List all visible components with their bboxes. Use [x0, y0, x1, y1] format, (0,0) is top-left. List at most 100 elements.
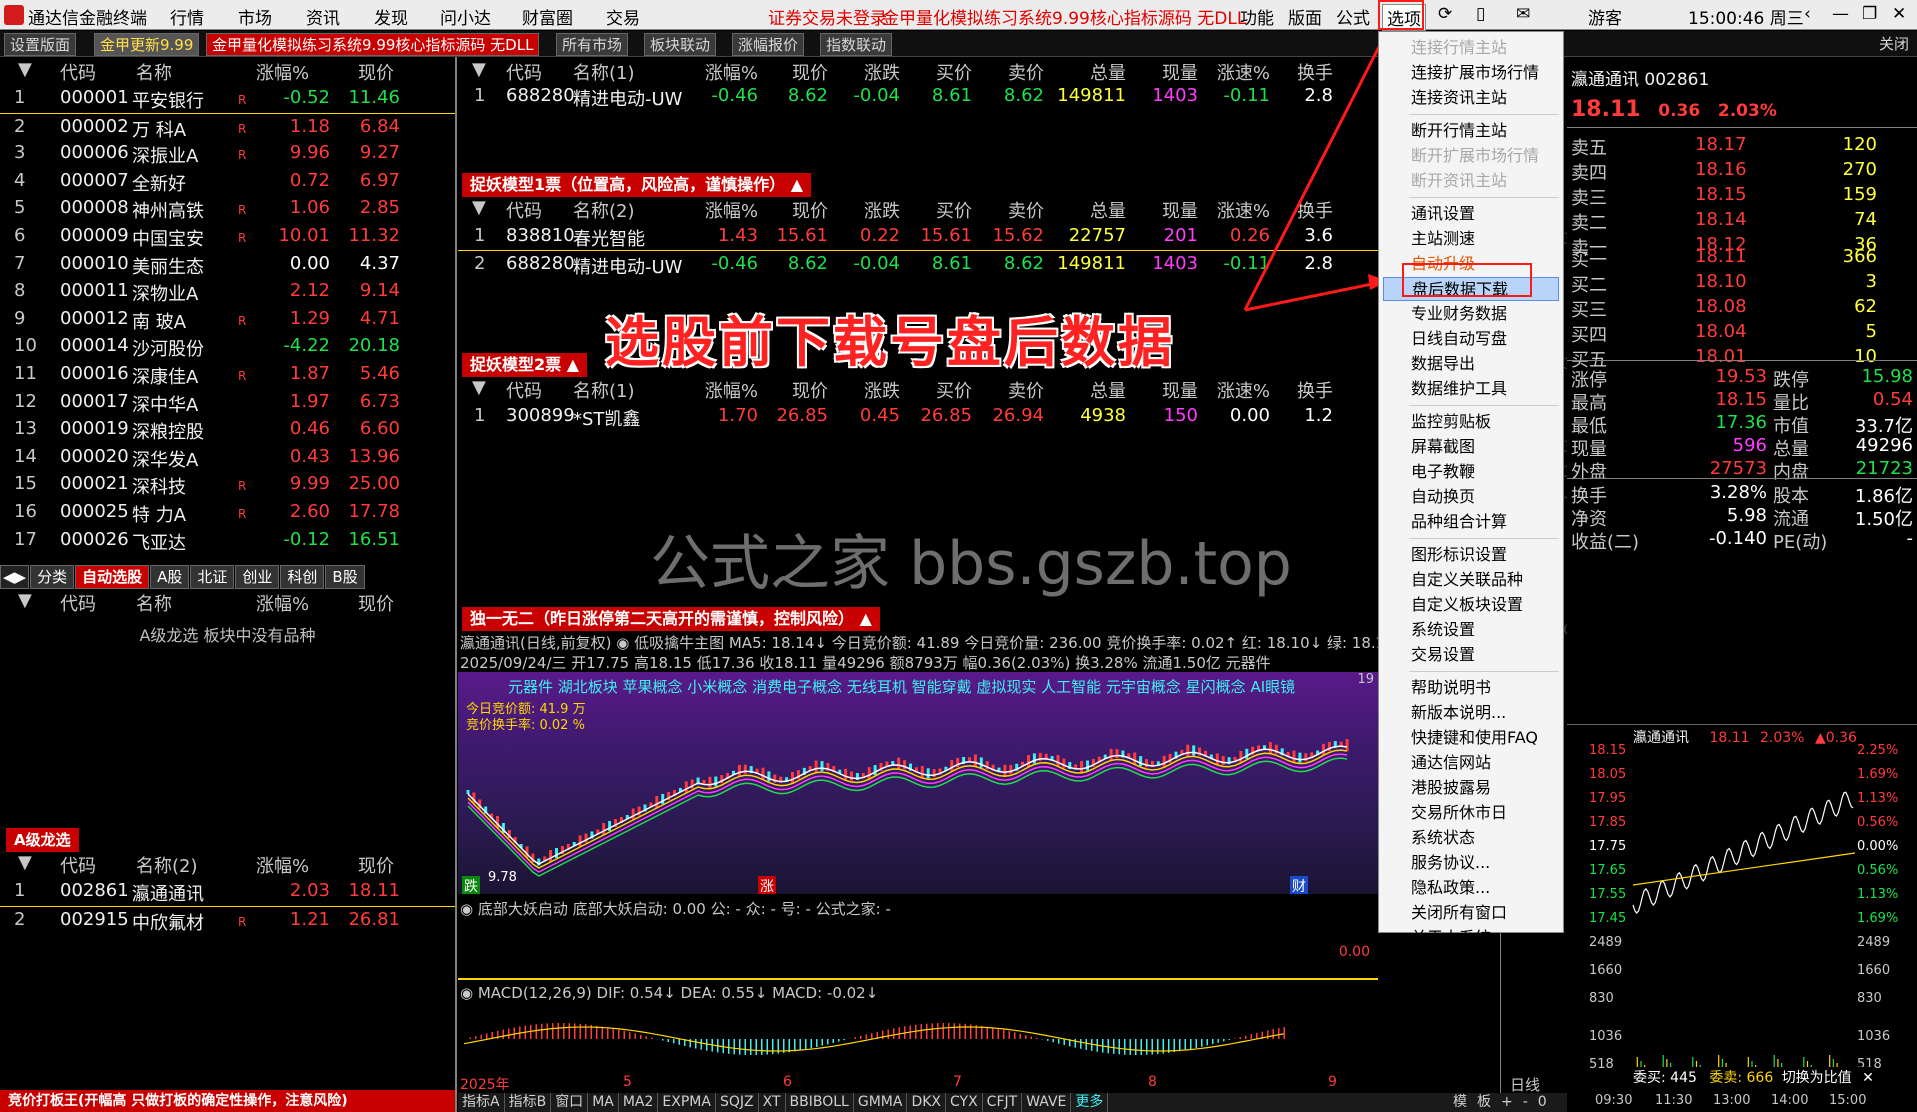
indicator-tab[interactable]: 窗口: [551, 1093, 589, 1112]
tab-a-share[interactable]: A股: [150, 565, 190, 589]
menu-item[interactable]: 自定义板块设置: [1411, 593, 1523, 617]
indicator-tab[interactable]: DKX: [907, 1093, 946, 1112]
col-volume[interactable]: 总量: [1046, 59, 1126, 85]
cell-name[interactable]: 精进电动-UW: [573, 253, 682, 279]
user-label[interactable]: 游客: [1588, 4, 1622, 29]
stock-code[interactable]: 000021: [60, 473, 129, 494]
col-ask[interactable]: 卖价: [974, 377, 1044, 403]
menu-item[interactable]: 屏幕截图35: [1411, 435, 1583, 459]
col-speed[interactable]: 涨速%: [1200, 197, 1270, 223]
stock-name[interactable]: 特 力A: [132, 501, 186, 527]
col-volume[interactable]: 总量: [1046, 377, 1126, 403]
menu-caifuquan[interactable]: 财富圈: [522, 4, 573, 29]
menu-item[interactable]: 系统设置Ctrl+D: [1411, 618, 1617, 642]
table-row[interactable]: 2 002915 中欣氟材 R 1.21 26.81: [0, 906, 455, 934]
stock-name[interactable]: 沙河股份: [132, 335, 204, 361]
table-row[interactable]: 6 000009 中国宝安 R 10.01 11.32: [0, 223, 455, 250]
promo-text[interactable]: 金甲量化模拟练习系统9.99核心指标源码 无DLL: [882, 4, 1246, 29]
tab-category[interactable]: 分类: [30, 565, 75, 589]
stock-name[interactable]: 深中华A: [132, 391, 198, 417]
menu-banmian[interactable]: 版面: [1288, 4, 1322, 29]
table-row[interactable]: 1 300899 *ST凯鑫 1.70 26.85 0.45 26.85 26.94 4938 1…: [458, 403, 1378, 430]
col-cur-volume[interactable]: 现量: [1128, 59, 1198, 85]
col-name[interactable]: 名称: [136, 59, 172, 85]
menu-item[interactable]: 关于本系统: [1411, 926, 1491, 950]
stock-name[interactable]: 飞亚达: [132, 529, 186, 555]
col-turnover[interactable]: 换手: [1273, 197, 1333, 223]
menu-wenxiaoda[interactable]: 问小达: [440, 4, 491, 29]
menu-item[interactable]: 隐私政策...: [1411, 876, 1490, 900]
col-speed[interactable]: 涨速%: [1200, 377, 1270, 403]
indicator-tab[interactable]: BBIBOLL: [786, 1093, 854, 1112]
tab-gain-quote[interactable]: 涨幅报价: [732, 33, 805, 56]
tab-prev-icon[interactable]: ◀▶: [0, 565, 30, 589]
col-cur-volume[interactable]: 现量: [1128, 197, 1198, 223]
col-code[interactable]: 代码: [506, 377, 542, 403]
ask-price[interactable]: 18.16: [1695, 159, 1747, 180]
stock-code[interactable]: 000009: [60, 225, 129, 246]
menu-item[interactable]: 港股披露易: [1411, 776, 1491, 800]
table-row[interactable]: 12 000017 深中华A 1.97 6.73: [0, 389, 455, 416]
table-row[interactable]: 5 000008 神州高铁 R 1.06 2.85: [0, 195, 455, 222]
stock-code[interactable]: 000008: [60, 197, 129, 218]
col-turnover[interactable]: 换手: [1273, 377, 1333, 403]
col-name[interactable]: 名称: [136, 590, 172, 616]
section1-title[interactable]: 捉妖模型1票（位置高，风险高，谨慎操作） ▲: [462, 173, 812, 197]
col-volume[interactable]: 总量: [1046, 197, 1126, 223]
indicator-tab[interactable]: 指标A: [458, 1093, 505, 1112]
stock-code[interactable]: 000019: [60, 418, 129, 439]
sort-icon[interactable]: ▼: [18, 852, 32, 873]
table-row[interactable]: 1 688280 精进电动-UW -0.46 8.62 -0.04 8.61 8.62 1498…: [458, 83, 1378, 110]
sort-icon[interactable]: ▼: [18, 59, 32, 80]
indicator-tab[interactable]: MA: [588, 1093, 619, 1112]
menu-item[interactable]: 帮助说明书: [1411, 676, 1491, 700]
section2-title[interactable]: 捉妖模型2票 ▲: [462, 353, 588, 377]
menu-gongshi[interactable]: 公式: [1336, 4, 1370, 29]
close-bar-icon[interactable]: ✕: [1862, 1070, 1874, 1086]
col-speed[interactable]: 涨速%: [1200, 59, 1270, 85]
stock-name[interactable]: 深粮控股: [132, 418, 204, 444]
tab-all-markets[interactable]: 所有市场: [556, 33, 629, 56]
stock-code[interactable]: 000012: [60, 308, 129, 329]
menu-item[interactable]: 品种组合计算: [1411, 510, 1507, 534]
bid-price[interactable]: 18.10: [1695, 271, 1747, 292]
col-turnover[interactable]: 换手: [1273, 59, 1333, 85]
ask-price[interactable]: 18.14: [1695, 209, 1747, 230]
menu-item[interactable]: 通达信网站: [1411, 751, 1491, 775]
table-row[interactable]: 15 000021 深科技 R 9.99 25.00: [0, 471, 455, 498]
sort-icon[interactable]: ▼: [472, 377, 486, 398]
col-code[interactable]: 代码: [506, 59, 542, 85]
stock-code[interactable]: 000007: [60, 170, 129, 191]
bottom-strategy-title[interactable]: 竞价打板王(开幅高 只做打板的确定性操作，注意风险): [0, 1090, 455, 1112]
refresh-icon[interactable]: ⟳: [1438, 4, 1452, 24]
period-label[interactable]: 日线: [1510, 1074, 1540, 1095]
table-row[interactable]: 9 000012 南 玻A R 1.29 4.71: [0, 306, 455, 333]
menu-jiaoyi[interactable]: 交易: [606, 4, 640, 29]
stock-name[interactable]: 美丽生态: [132, 253, 204, 279]
table-row[interactable]: 2 000002 万 科A R 1.18 6.84: [0, 112, 455, 141]
menu-item[interactable]: 系统状态: [1411, 826, 1475, 850]
indicator-tab[interactable]: GMMA: [854, 1093, 908, 1112]
sub1-chart[interactable]: 0.00: [458, 918, 1378, 980]
sort-icon[interactable]: ▼: [472, 59, 486, 80]
stock-name[interactable]: 平安银行: [132, 87, 204, 113]
table-row[interactable]: 4 000007 全新好 0.72 6.97: [0, 168, 455, 195]
stock-name[interactable]: 深物业A: [132, 280, 198, 306]
col-bid[interactable]: 买价: [902, 197, 972, 223]
stock-name[interactable]: 深科技: [132, 473, 186, 499]
tab-promo[interactable]: 金甲量化模拟练习系统9.99核心指标源码 无DLL: [206, 33, 540, 56]
stock-name[interactable]: 中国宝安: [132, 225, 204, 251]
table-row[interactable]: 1 838810 春光智能 1.43 15.61 0.22 15.61 15.62 22757 2…: [458, 223, 1378, 250]
menu-item[interactable]: 交易设置: [1411, 643, 1475, 667]
macd-legend[interactable]: ◉ MACD(12,26,9) DIF: 0.54↓ DEA: 0.55↓ MA…: [460, 984, 878, 1002]
col-bid[interactable]: 买价: [902, 377, 972, 403]
col-price[interactable]: 现价: [758, 377, 828, 403]
menu-item[interactable]: 关闭所有窗口: [1411, 901, 1507, 925]
table-row[interactable]: 8 000011 深物业A 2.12 9.14: [0, 278, 455, 305]
menu-item[interactable]: 数据维护工具: [1411, 377, 1507, 401]
col-price[interactable]: 现价: [358, 59, 394, 85]
macd-chart[interactable]: [458, 1004, 1378, 1074]
stock-code[interactable]: 000017: [60, 391, 129, 412]
col-cur-volume[interactable]: 现量: [1128, 377, 1198, 403]
indicator-tab[interactable]: MA2: [619, 1093, 659, 1112]
